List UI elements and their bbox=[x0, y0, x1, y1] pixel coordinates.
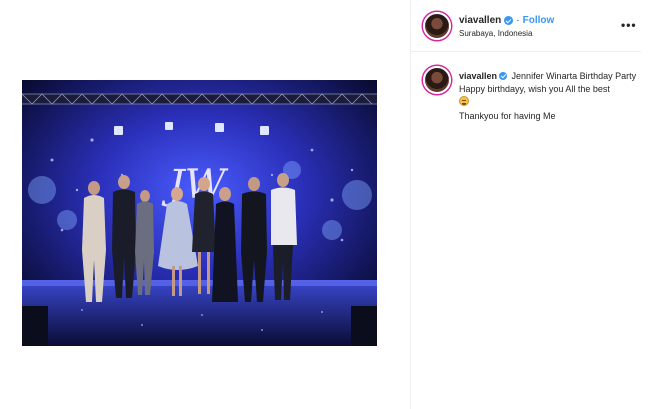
party-stage-image: JW bbox=[22, 80, 377, 346]
follow-button[interactable]: Follow bbox=[523, 15, 555, 26]
post-header: viavallen · Follow Surabaya, Indonesia •… bbox=[411, 0, 641, 52]
separator-dot: · bbox=[516, 15, 520, 26]
post-photo[interactable]: JW bbox=[22, 80, 377, 346]
location-link[interactable]: Surabaya, Indonesia bbox=[459, 29, 532, 38]
caption-text: viavallen Jennifer Winarta Birthday Part… bbox=[459, 70, 637, 122]
header-user-line: viavallen · Follow bbox=[459, 15, 554, 26]
caption-username-link[interactable]: viavallen bbox=[459, 71, 497, 81]
more-options-icon[interactable]: ••• bbox=[621, 18, 637, 32]
caption-title: Jennifer Winarta Birthday Party bbox=[511, 71, 637, 81]
caption-verified-badge-icon bbox=[499, 72, 508, 80]
caption-avatar[interactable] bbox=[423, 66, 451, 94]
avatar[interactable] bbox=[423, 12, 451, 40]
caption-line-3: Thankyou for having Me bbox=[459, 110, 556, 121]
grinning-face-emoji-icon bbox=[459, 96, 469, 106]
caption-first-line: viavallen Jennifer Winarta Birthday Part… bbox=[459, 70, 637, 83]
post-media-panel: JW bbox=[0, 0, 410, 409]
username-link[interactable]: viavallen bbox=[459, 15, 501, 26]
caption-line-2: Happy birthdayy, wish you All the best bbox=[459, 83, 610, 94]
verified-badge-icon bbox=[504, 16, 514, 25]
post-sidebar: viavallen · Follow Surabaya, Indonesia •… bbox=[410, 0, 650, 409]
